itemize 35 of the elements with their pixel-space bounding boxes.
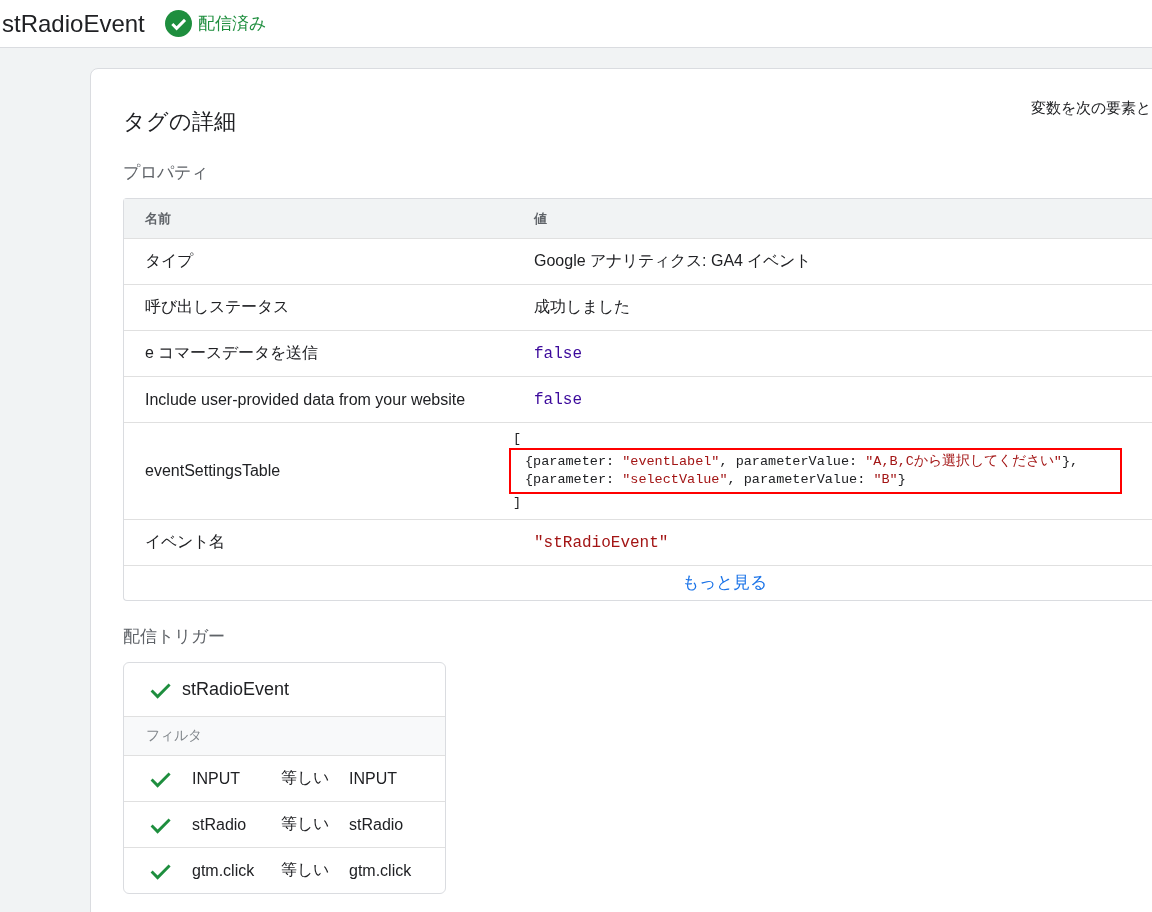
status-label: 配信済み <box>197 13 266 35</box>
column-header: 名前 <box>144 209 172 228</box>
section-heading: プロパティ <box>123 162 209 184</box>
filter-operator: 等しい <box>281 768 330 788</box>
property-value: Google アナリティクス: GA4 イベント <box>533 251 813 271</box>
property-name: e コマースデータを送信 <box>144 343 320 363</box>
property-name: イベント名 <box>144 532 226 552</box>
property-name: タイプ <box>144 251 195 271</box>
page-title: stRadioEvent <box>2 9 145 38</box>
code-line: {parameter: "selectValue", parameterValue: "B"} <box>525 471 906 489</box>
property-value: "stRadioEvent" <box>533 533 670 552</box>
property-name: Include user-provided data from your website <box>144 390 467 409</box>
filter-operator: 等しい <box>281 814 330 834</box>
property-name: 呼び出しステータス <box>144 297 290 317</box>
section-heading: 配信トリガー <box>123 626 226 648</box>
column-header: 値 <box>532 209 548 228</box>
show-more-link[interactable]: もっと見る <box>682 571 767 594</box>
side-text: 変数を次の要素と <box>1031 99 1151 118</box>
property-value: false <box>533 390 583 409</box>
filter-variable: stRadio <box>192 815 248 834</box>
filter-value: stRadio <box>349 815 404 834</box>
code-line: {parameter: "eventLabel", parameterValue: "A,B,Cから選択してください"}, <box>525 453 1079 471</box>
filter-variable: INPUT <box>192 769 241 788</box>
property-name: eventSettingsTable <box>144 462 282 480</box>
code-bracket: ] <box>513 494 522 512</box>
code-bracket: [ <box>513 430 522 448</box>
filter-operator: 等しい <box>281 860 330 880</box>
property-value: false <box>533 344 583 363</box>
property-value: 成功しました <box>533 297 631 317</box>
trigger-name: stRadioEvent <box>182 679 290 700</box>
filter-heading: フィルタ <box>146 727 202 745</box>
filter-value: INPUT <box>349 769 397 788</box>
filter-value: gtm.click <box>349 861 412 880</box>
filter-variable: gtm.click <box>192 861 256 880</box>
section-title: タグの詳細 <box>123 108 236 136</box>
